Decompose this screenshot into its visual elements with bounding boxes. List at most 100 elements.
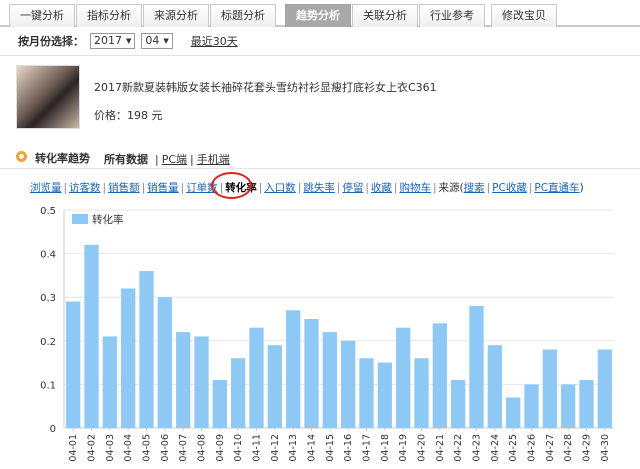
year-value: 2017 <box>94 34 122 47</box>
metric-dwell[interactable]: 停留 <box>342 182 363 194</box>
x-tick-label: 04-13 <box>288 434 299 462</box>
x-tick-label: 04-19 <box>398 434 409 462</box>
bar <box>84 244 99 428</box>
metric-bounce-rate[interactable]: 跳失率 <box>303 182 335 194</box>
y-tick-label: 0.4 <box>40 250 56 261</box>
bar <box>212 380 227 428</box>
divider <box>0 55 640 56</box>
top-tab-bar: 一键分析 指标分析 来源分析 标题分析 趋势分析 关联分析 行业参考 修改宝贝 <box>0 0 640 27</box>
x-tick-label: 04-14 <box>307 434 318 462</box>
metric-orders[interactable]: 订单数 <box>186 182 218 194</box>
source-search[interactable]: 搜索 <box>464 182 485 194</box>
y-tick-label: 0.3 <box>40 293 56 304</box>
x-tick-label: 04-20 <box>417 434 428 462</box>
metric-pageviews[interactable]: 浏览量 <box>30 182 62 194</box>
x-tick-label: 04-16 <box>343 434 354 462</box>
filter-all-data[interactable]: 所有数据 <box>104 153 148 166</box>
dropdown-arrow-icon: ▼ <box>163 37 169 45</box>
y-tick-label: 0.5 <box>40 206 56 217</box>
month-selector-row: 按月份选择： 2017 ▼ 04 ▼ 最近30天 <box>18 33 238 49</box>
metric-entries[interactable]: 入口数 <box>264 182 296 194</box>
tab-one-click-analysis[interactable]: 一键分析 <box>9 4 75 27</box>
source-pc-favorites[interactable]: PC收藏 <box>492 182 527 194</box>
bar <box>377 362 392 428</box>
legend-swatch <box>72 214 88 224</box>
x-tick-label: 04-12 <box>270 434 281 462</box>
filter-mobile[interactable]: 手机端 <box>197 153 230 166</box>
tab-related-analysis[interactable]: 关联分析 <box>352 4 418 27</box>
x-tick-label: 04-22 <box>453 434 464 462</box>
bar <box>304 319 319 428</box>
x-tick-label: 04-05 <box>142 434 153 462</box>
x-tick-label: 04-29 <box>582 434 593 462</box>
x-tick-label: 04-11 <box>252 434 263 462</box>
circle-bullet-icon <box>16 151 27 162</box>
bar <box>561 384 576 428</box>
x-tick-label: 04-26 <box>527 434 538 462</box>
filter-pc[interactable]: PC端 <box>162 153 187 166</box>
legend-label: 转化率 <box>92 213 124 226</box>
bar <box>121 288 136 428</box>
x-tick-label: 04-17 <box>362 434 373 462</box>
bar <box>267 345 282 428</box>
x-tick-label: 04-04 <box>123 434 134 462</box>
bar <box>157 297 172 428</box>
bar <box>359 358 374 428</box>
x-tick-label: 04-27 <box>545 434 556 462</box>
x-tick-label: 04-02 <box>87 434 98 462</box>
tab-industry-reference[interactable]: 行业参考 <box>419 4 485 27</box>
metric-cart[interactable]: 购物车 <box>399 182 431 194</box>
y-tick-label: 0.2 <box>40 337 56 348</box>
bar <box>396 327 411 428</box>
x-tick-label: 04-03 <box>105 434 116 462</box>
metric-sales-volume[interactable]: 销售量 <box>147 182 179 194</box>
metric-conversion-rate[interactable]: 转化率 <box>225 182 257 194</box>
bar <box>579 380 594 428</box>
x-tick-label: 04-01 <box>68 434 79 462</box>
bar <box>176 332 191 428</box>
bar <box>524 384 539 428</box>
product-price: 价格：198 元 <box>94 109 163 122</box>
tab-trend-analysis[interactable]: 趋势分析 <box>285 4 351 27</box>
bar <box>194 336 209 428</box>
x-tick-label: 04-09 <box>215 434 226 462</box>
bar <box>341 340 356 428</box>
bar <box>102 336 117 428</box>
source-pc-ztc[interactable]: PC直通车 <box>534 182 579 194</box>
month-value: 04 <box>145 34 160 47</box>
month-selector-label: 按月份选择： <box>18 35 84 48</box>
bar <box>139 271 154 428</box>
metric-sales-amount[interactable]: 销售额 <box>108 182 140 194</box>
metric-favorites[interactable]: 收藏 <box>371 182 392 194</box>
bar <box>286 310 301 428</box>
x-tick-label: 04-23 <box>472 434 483 462</box>
metric-visitors[interactable]: 访客数 <box>69 182 101 194</box>
x-tick-label: 04-08 <box>197 434 208 462</box>
bar <box>249 327 264 428</box>
x-tick-label: 04-25 <box>508 434 519 462</box>
tab-source-analysis[interactable]: 来源分析 <box>143 4 209 27</box>
product-thumbnail <box>16 65 80 129</box>
month-select[interactable]: 04 ▼ <box>141 33 173 49</box>
bar <box>432 323 447 428</box>
x-tick-label: 04-15 <box>325 434 336 462</box>
x-tick-label: 04-06 <box>160 434 171 462</box>
bar <box>451 380 466 428</box>
x-tick-label: 04-30 <box>600 434 611 462</box>
y-tick-label: 0 <box>50 424 56 435</box>
x-tick-label: 04-10 <box>233 434 244 462</box>
bar <box>597 349 612 428</box>
product-title: 2017新款夏装韩版女装长袖碎花套头雪纺衬衫显瘦打底衫女上衣C361 <box>94 81 437 94</box>
recent-30-days-link[interactable]: 最近30天 <box>191 33 238 49</box>
x-tick-label: 04-24 <box>490 434 501 462</box>
tab-title-analysis[interactable]: 标题分析 <box>210 4 276 27</box>
tab-metric-analysis[interactable]: 指标分析 <box>76 4 142 27</box>
source-label: 来源( <box>438 182 464 194</box>
bar <box>487 345 502 428</box>
dropdown-arrow-icon: ▼ <box>126 37 132 45</box>
year-select[interactable]: 2017 ▼ <box>90 33 136 49</box>
tab-edit-item[interactable]: 修改宝贝 <box>491 4 557 27</box>
bar <box>322 332 337 428</box>
bar <box>469 305 484 428</box>
bar <box>542 349 557 428</box>
